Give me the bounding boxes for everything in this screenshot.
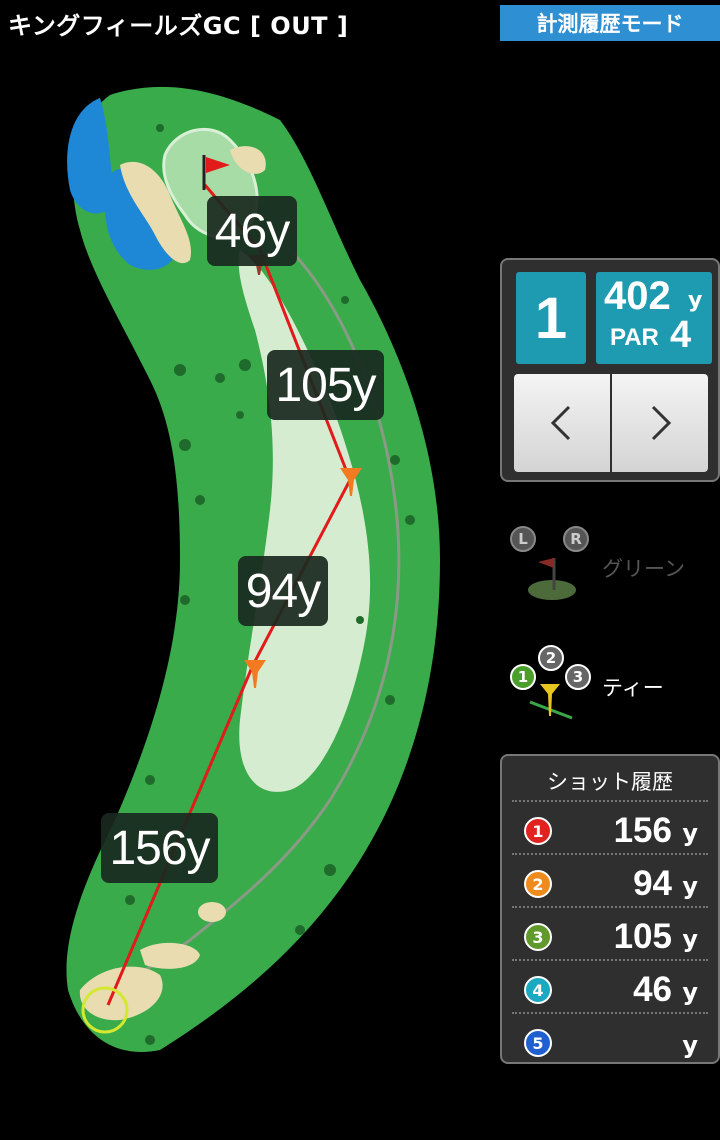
hole-info-panel: 1 402 y PAR 4 xyxy=(500,258,720,482)
distance-label-156: 156y xyxy=(101,813,218,883)
chevron-left-icon xyxy=(550,405,571,441)
distance-label-105: 105y xyxy=(267,350,384,420)
shot-row[interactable]: 1 156 y xyxy=(512,800,708,855)
next-hole-button[interactable] xyxy=(612,374,708,472)
shot-distance: 46 xyxy=(633,970,672,1009)
hole-yardage-par: 402 y PAR 4 xyxy=(596,272,712,364)
shot-number-badge: 5 xyxy=(524,1029,552,1057)
par-label: PAR xyxy=(610,324,659,351)
shot-number-badge: 4 xyxy=(524,976,552,1004)
shot-unit: y xyxy=(682,819,698,847)
tee-peg-icon-selector xyxy=(529,684,573,720)
tee-badge-2[interactable]: 2 xyxy=(538,645,564,671)
green-flag-icon xyxy=(528,558,576,600)
shot-row[interactable]: 2 94 y xyxy=(512,853,708,908)
distance-label-94: 94y xyxy=(238,556,328,626)
shot-distance: 105 xyxy=(613,917,672,956)
hole-number: 1 xyxy=(516,272,586,364)
shot-number-badge: 3 xyxy=(524,923,552,951)
shot-distance: 94 xyxy=(633,864,672,903)
chevron-right-icon xyxy=(651,405,672,441)
shot-distance: 156 xyxy=(613,811,672,850)
shot-unit: y xyxy=(682,978,698,1006)
hole-yardage: 402 xyxy=(604,274,671,318)
shot-unit: y xyxy=(682,872,698,900)
shot-row[interactable]: 5 y xyxy=(512,1012,708,1067)
par-value: 4 xyxy=(670,314,692,356)
tee-label: ティー xyxy=(602,676,664,700)
history-mode-button[interactable]: 計測履歴モード xyxy=(500,5,720,41)
distance-label-46: 46y xyxy=(207,196,297,266)
shot-number-badge: 1 xyxy=(524,817,552,845)
shot-row[interactable]: 3 105 y xyxy=(512,906,708,961)
previous-hole-button[interactable] xyxy=(514,374,610,472)
bunker-5 xyxy=(198,902,226,922)
shot-number-badge: 2 xyxy=(524,870,552,898)
shot-history-panel: ショット履歴 1 156 y 2 94 y 3 105 y 4 46 y 5 y xyxy=(500,754,720,1064)
shot-unit: y xyxy=(682,1031,698,1059)
yardage-unit: y xyxy=(688,288,703,313)
shot-history-title: ショット履歴 xyxy=(547,770,673,794)
green-label: グリーン xyxy=(602,557,685,581)
shot-unit: y xyxy=(682,925,698,953)
shot-row[interactable]: 4 46 y xyxy=(512,959,708,1014)
hole-map[interactable] xyxy=(0,0,500,1100)
